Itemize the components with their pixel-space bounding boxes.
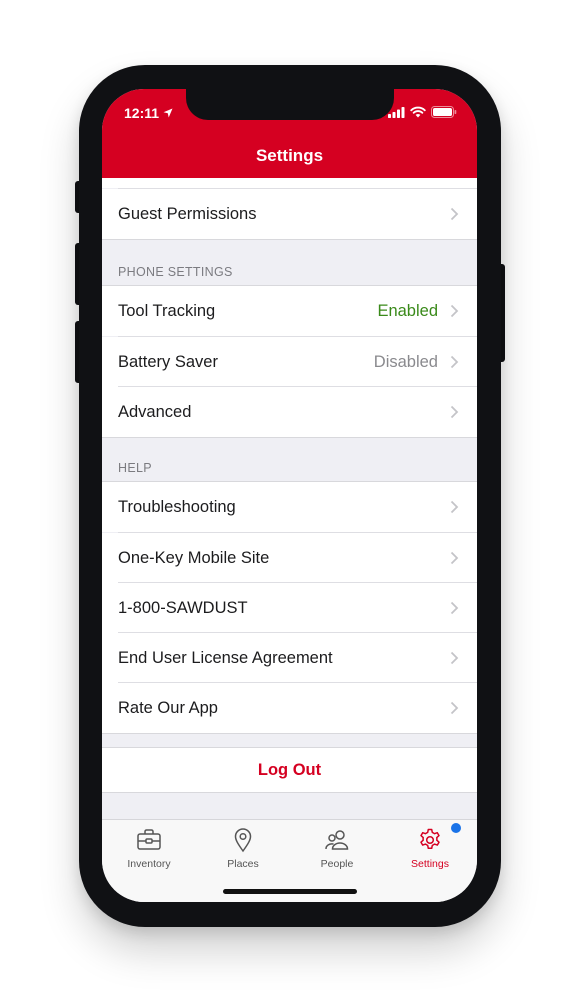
location-arrow-icon: [163, 108, 173, 118]
chevron-right-icon: [450, 601, 459, 615]
chevron-right-icon: [450, 355, 459, 369]
tab-bar: Inventory Places People Settings: [102, 819, 477, 902]
section-divider: [102, 437, 477, 438]
status-time: 12:11: [124, 105, 173, 121]
tool-tracking-status: Enabled: [377, 301, 438, 320]
screen: 12:11 Settings Guest Permissions PHONE S…: [102, 89, 477, 902]
list-item-label: One-Key Mobile Site: [118, 548, 270, 567]
notification-badge: [451, 823, 461, 833]
people-icon: [325, 830, 349, 850]
map-pin-icon: [234, 828, 252, 853]
page-title: Settings: [255, 146, 324, 165]
logout-button[interactable]: Log Out: [102, 748, 477, 792]
chevron-right-icon: [450, 207, 459, 221]
list-item-advanced[interactable]: Advanced: [102, 387, 477, 437]
list-item-label: Rate Our App: [118, 698, 218, 717]
section-header-phone-settings-label: PHONE SETTINGS: [118, 265, 233, 279]
list-item-label: Battery Saver: [118, 352, 218, 371]
list-item-scrolled-off[interactable]: [102, 178, 477, 188]
wifi-icon: [410, 106, 426, 118]
list-item-phone-number[interactable]: 1-800-SAWDUST: [102, 583, 477, 633]
tab-people[interactable]: People: [290, 826, 384, 874]
tab-label: Places: [227, 858, 259, 870]
status-time-label: 12:11: [124, 105, 160, 121]
section-divider: [102, 733, 477, 734]
chevron-right-icon: [450, 551, 459, 565]
tab-label: Settings: [411, 858, 449, 870]
list-item-label: Tool Tracking: [118, 301, 216, 320]
list-item-tool-tracking[interactable]: Tool Tracking Enabled: [102, 286, 477, 336]
list-item-rate-app[interactable]: Rate Our App: [102, 683, 477, 733]
list-item-eula[interactable]: End User License Agreement: [102, 633, 477, 683]
tab-places[interactable]: Places: [196, 826, 290, 874]
battery-icon: [431, 106, 457, 118]
chevron-right-icon: [450, 701, 459, 715]
notch: [186, 89, 394, 120]
tab-label: Inventory: [127, 858, 171, 870]
settings-list[interactable]: Guest Permissions PHONE SETTINGS Tool Tr…: [102, 178, 477, 819]
section-divider: [102, 792, 477, 793]
status-indicators: [388, 106, 457, 118]
list-item-label: Troubleshooting: [118, 497, 236, 516]
tab-inventory[interactable]: Inventory: [102, 826, 196, 874]
list-item-label: Guest Permissions: [118, 204, 257, 223]
chevron-right-icon: [450, 405, 459, 419]
home-indicator[interactable]: [223, 889, 357, 894]
list-item-troubleshooting[interactable]: Troubleshooting: [102, 482, 477, 532]
tab-settings[interactable]: Settings: [383, 826, 477, 874]
chevron-right-icon: [450, 304, 459, 318]
battery-saver-status: Disabled: [373, 352, 438, 371]
list-item-battery-saver[interactable]: Battery Saver Disabled: [102, 337, 477, 387]
list-item-label: End User License Agreement: [118, 648, 333, 667]
logout-label: Log Out: [257, 760, 322, 779]
briefcase-icon: [137, 829, 161, 850]
section-divider: [102, 239, 477, 240]
list-item-mobile-site[interactable]: One-Key Mobile Site: [102, 533, 477, 583]
gear-icon: [420, 828, 440, 850]
chevron-right-icon: [450, 500, 459, 514]
section-header-help: HELP: [118, 461, 152, 475]
tab-label: People: [320, 858, 354, 870]
list-item-label: Advanced: [118, 402, 192, 421]
chevron-right-icon: [450, 651, 459, 665]
list-item-label: 1-800-SAWDUST: [118, 598, 248, 617]
list-item-guest-permissions[interactable]: Guest Permissions: [102, 189, 477, 239]
